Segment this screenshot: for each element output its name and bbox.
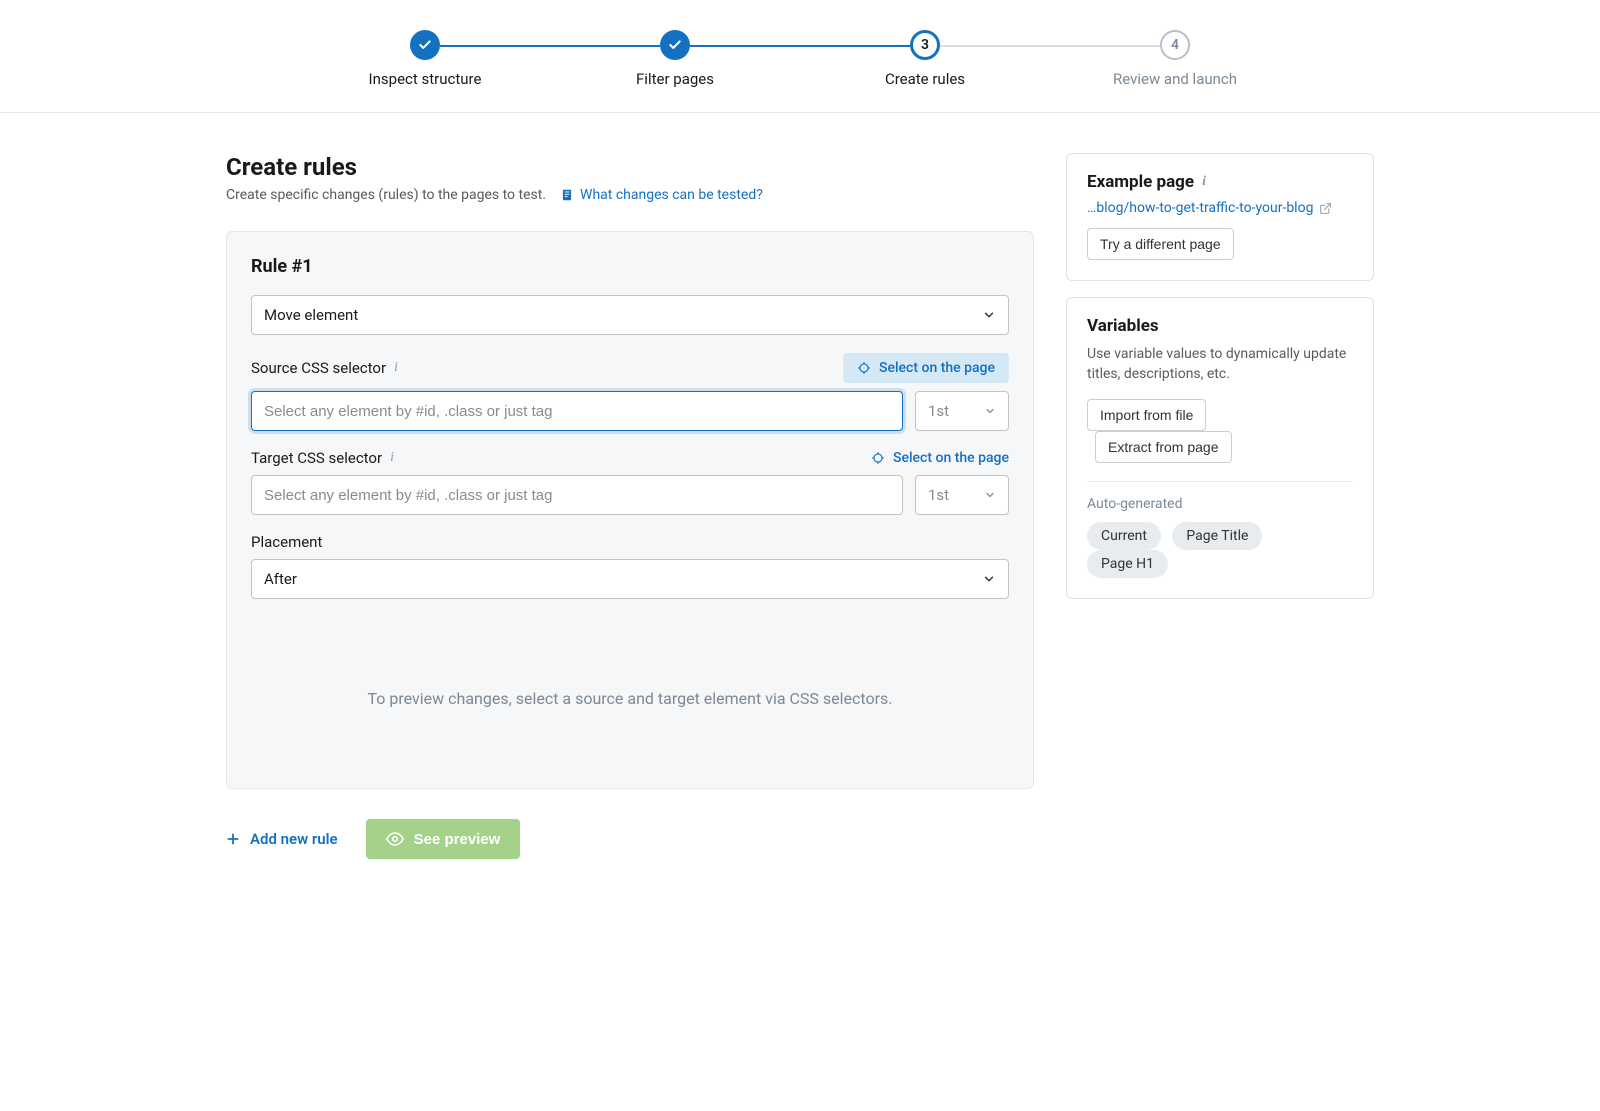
rule-type-select[interactable]: Move element	[251, 295, 1009, 335]
step-4[interactable]: 4 Review and launch	[1050, 30, 1300, 88]
auto-generated-label: Auto-generated	[1087, 496, 1353, 512]
target-icon	[871, 451, 885, 465]
step-1[interactable]: Inspect structure	[300, 30, 550, 88]
page-icon	[560, 188, 574, 202]
variable-chip[interactable]: Page Title	[1172, 522, 1262, 550]
variables-card: Variables Use variable values to dynamic…	[1066, 297, 1374, 599]
eye-icon	[386, 830, 404, 848]
select-on-page-target[interactable]: Select on the page	[871, 450, 1009, 466]
target-icon	[857, 361, 871, 375]
info-icon[interactable]: i	[390, 450, 394, 466]
page-title: Create rules	[226, 153, 1034, 181]
external-link-icon	[1319, 202, 1332, 215]
target-css-input[interactable]	[251, 475, 903, 515]
step-circle-pending: 4	[1160, 30, 1190, 60]
placement-label: Placement	[251, 533, 322, 551]
source-label: Source CSS selector i	[251, 359, 398, 377]
rule-card: Rule #1 Move element Source CSS selector…	[226, 231, 1034, 789]
step-label: Inspect structure	[369, 70, 482, 88]
try-different-page-button[interactable]: Try a different page	[1087, 228, 1234, 260]
info-icon[interactable]: i	[1202, 174, 1206, 190]
placement-select[interactable]: After	[251, 559, 1009, 599]
step-2[interactable]: Filter pages	[550, 30, 800, 88]
target-order-select[interactable]: 1st	[915, 475, 1009, 515]
example-page-link[interactable]: …blog/how-to-get-traffic-to-your-blog	[1087, 200, 1332, 216]
check-icon	[668, 38, 682, 52]
chevron-down-icon	[984, 405, 996, 417]
example-page-card: Example page i …blog/how-to-get-traffic-…	[1066, 153, 1374, 281]
info-icon[interactable]: i	[394, 360, 398, 376]
step-label: Review and launch	[1113, 70, 1237, 88]
preview-empty-message: To preview changes, select a source and …	[251, 689, 1009, 708]
chevron-down-icon	[982, 308, 996, 322]
select-on-page-source[interactable]: Select on the page	[843, 353, 1009, 383]
variable-chips: Current Page Title Page H1	[1087, 522, 1353, 578]
variable-chip[interactable]: Page H1	[1087, 550, 1168, 578]
step-circle-done	[660, 30, 690, 60]
step-label: Filter pages	[636, 70, 714, 88]
check-icon	[418, 38, 432, 52]
step-circle-current: 3	[910, 30, 940, 60]
chevron-down-icon	[984, 489, 996, 501]
stepper: Inspect structure Filter pages 3 Create …	[0, 0, 1600, 113]
add-new-rule-button[interactable]: Add new rule	[226, 830, 338, 848]
step-3[interactable]: 3 Create rules	[800, 30, 1050, 88]
target-label: Target CSS selector i	[251, 449, 394, 467]
variables-title: Variables	[1087, 316, 1353, 336]
example-page-title: Example page	[1087, 172, 1194, 192]
step-circle-done	[410, 30, 440, 60]
extract-from-page-button[interactable]: Extract from page	[1095, 431, 1232, 463]
help-link[interactable]: What changes can be tested?	[560, 187, 763, 203]
import-from-file-button[interactable]: Import from file	[1087, 399, 1206, 431]
chevron-down-icon	[982, 572, 996, 586]
step-label: Create rules	[885, 70, 965, 88]
source-order-select[interactable]: 1st	[915, 391, 1009, 431]
page-subtitle: Create specific changes (rules) to the p…	[226, 187, 546, 203]
source-css-input[interactable]	[251, 391, 903, 431]
see-preview-button[interactable]: See preview	[366, 819, 521, 859]
plus-icon	[226, 832, 240, 846]
variable-chip[interactable]: Current	[1087, 522, 1161, 550]
variables-desc: Use variable values to dynamically updat…	[1087, 344, 1353, 385]
rule-title: Rule #1	[251, 256, 1009, 277]
